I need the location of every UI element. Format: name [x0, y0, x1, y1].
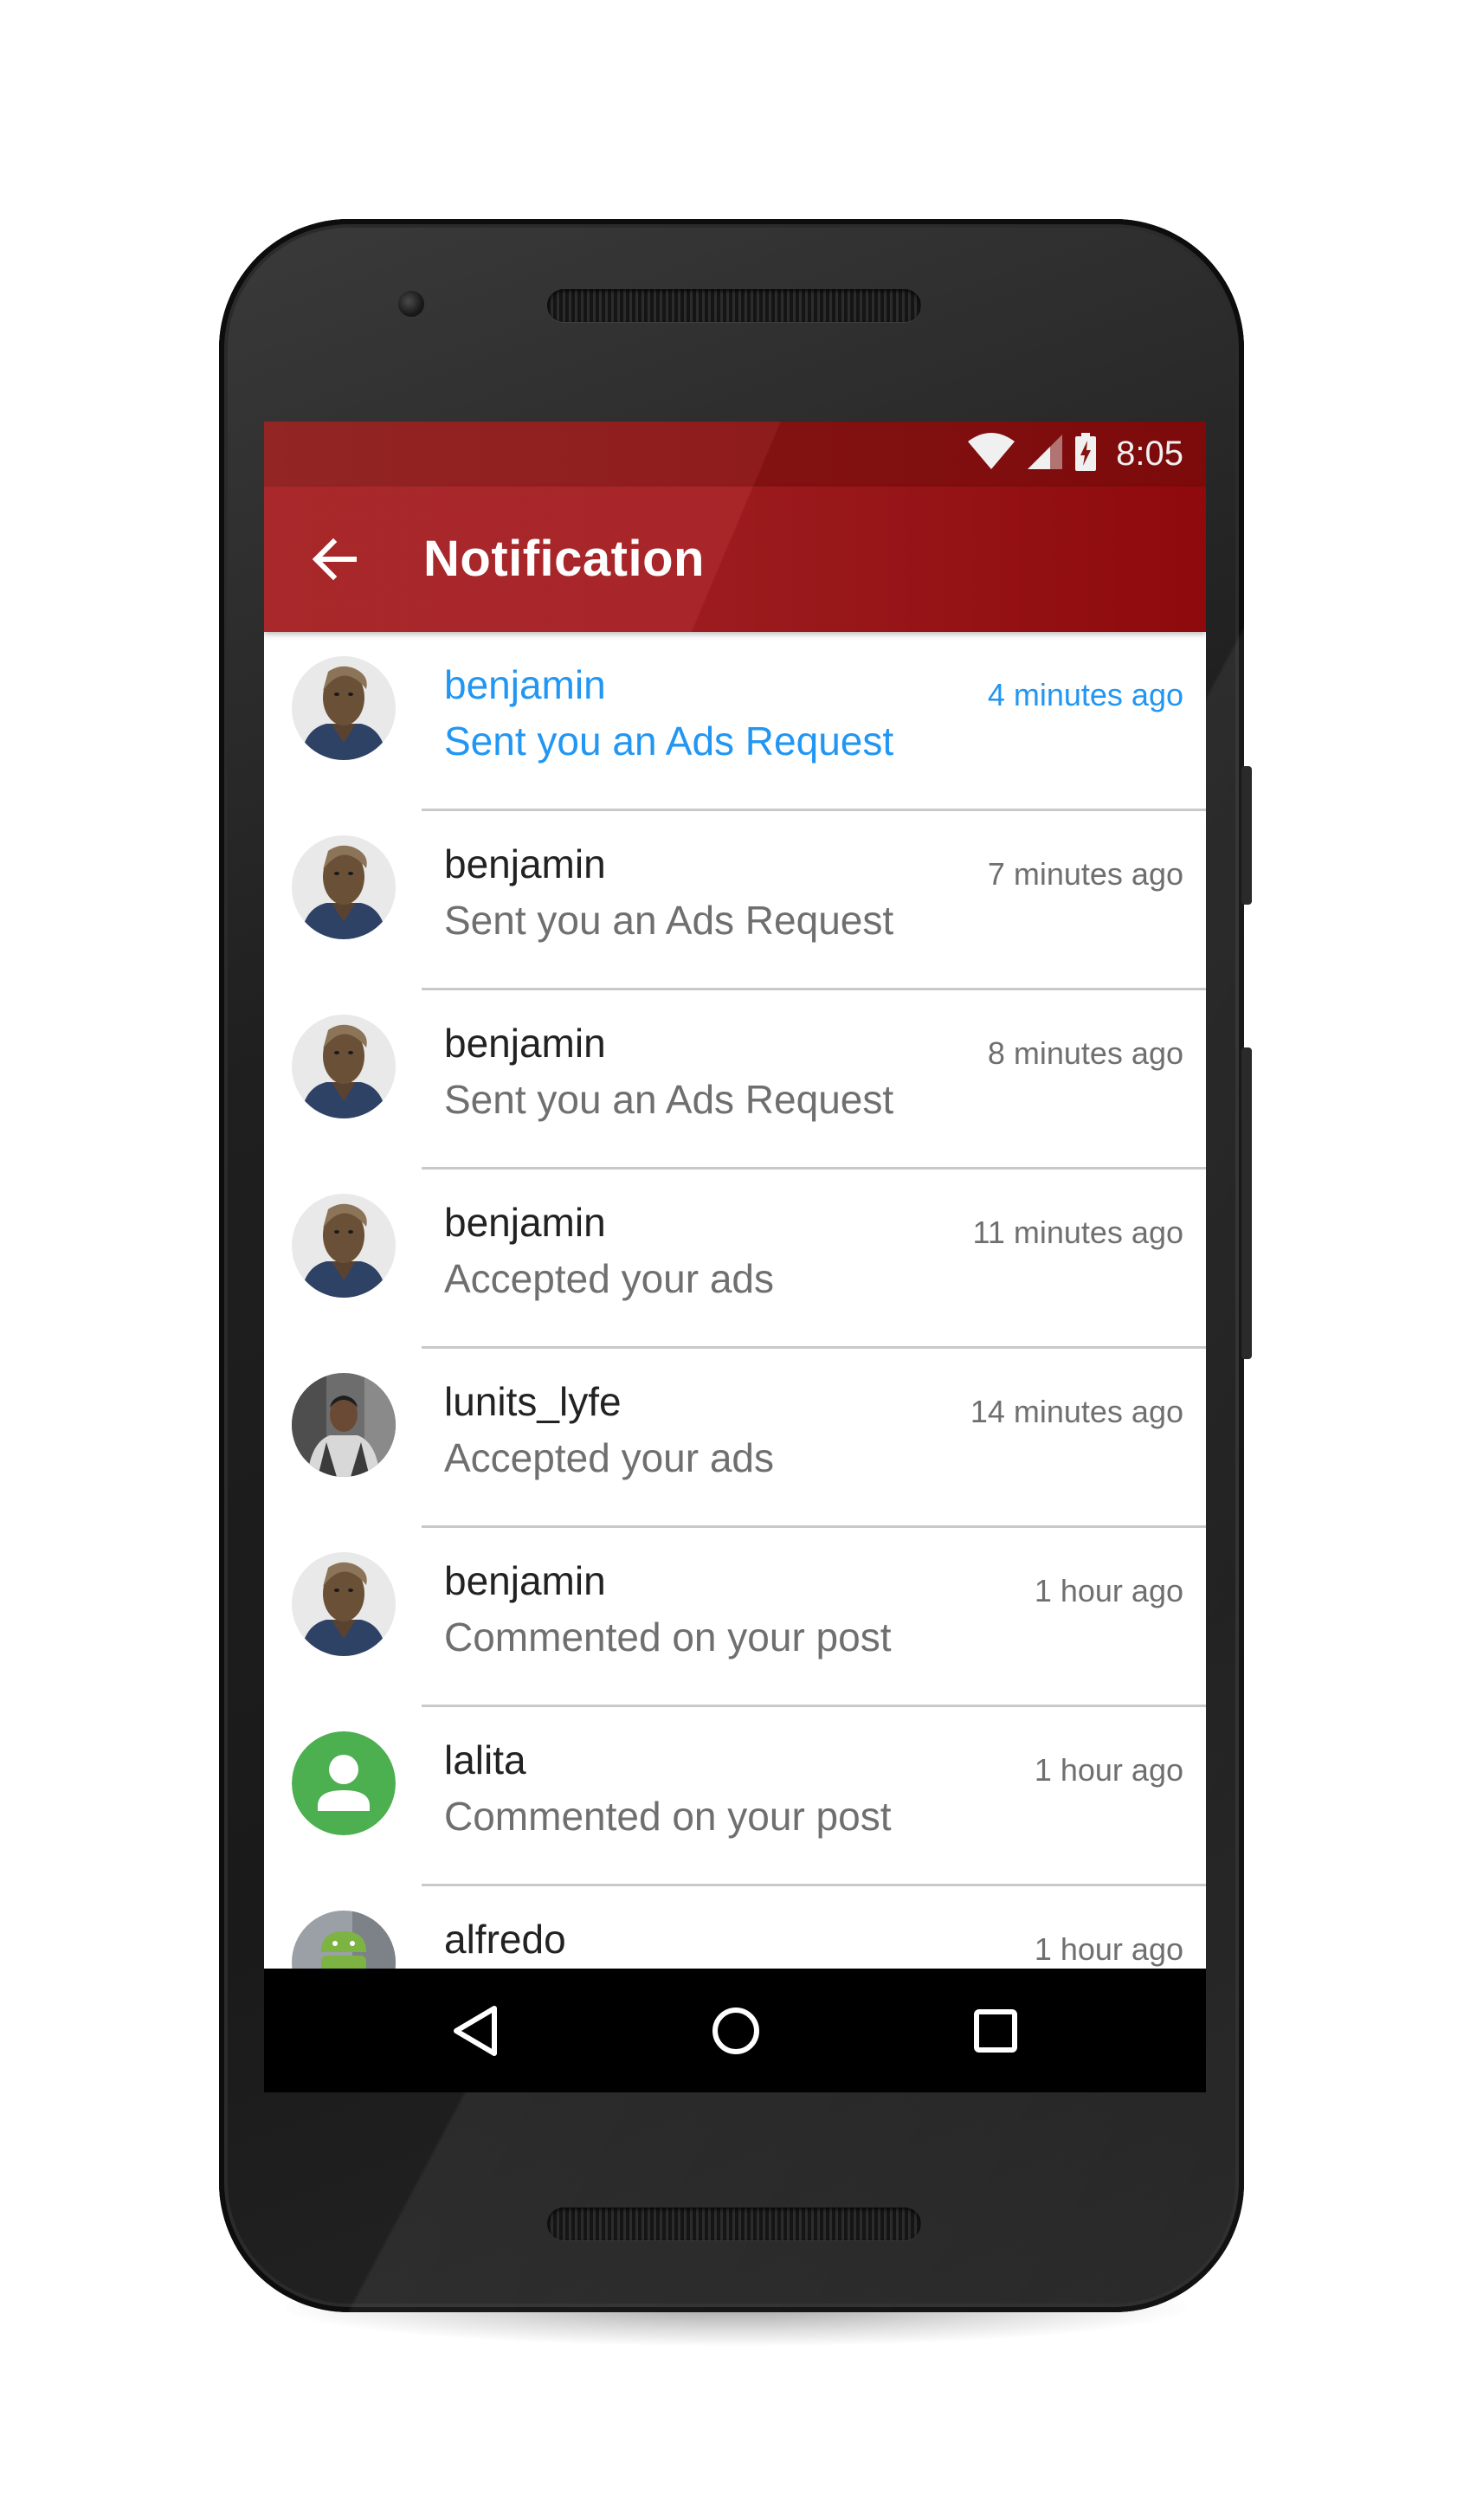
- notification-message: Sent you an Ads Request: [444, 1077, 894, 1122]
- notification-item[interactable]: lalita Commented on your post 1 hour ago: [264, 1707, 1206, 1886]
- avatar: [292, 1552, 396, 1656]
- nav-home-icon[interactable]: [705, 2000, 767, 2062]
- front-camera: [398, 291, 424, 317]
- wifi-icon: [967, 433, 1015, 475]
- status-icons: 8:05: [967, 422, 1183, 487]
- notification-sender: alfredo: [444, 1917, 566, 1962]
- notification-sender: benjamin: [444, 1200, 606, 1245]
- notification-list[interactable]: benjamin Sent you an Ads Request 4 minut…: [264, 632, 1206, 2066]
- default-person-icon: [292, 1731, 396, 1835]
- notification-sender: benjamin: [444, 841, 606, 886]
- avatar: [292, 835, 396, 939]
- avatar: [292, 1194, 396, 1298]
- notification-time: 1 hour ago: [1034, 1931, 1183, 1967]
- notification-item[interactable]: benjamin Sent you an Ads Request 7 minut…: [264, 811, 1206, 990]
- notification-message: Sent you an Ads Request: [444, 719, 894, 764]
- notification-item[interactable]: lunits_lyfe Accepted your ads 14 minutes…: [264, 1349, 1206, 1528]
- notification-item[interactable]: benjamin Commented on your post 1 hour a…: [264, 1528, 1206, 1707]
- status-bar: 8:05: [264, 422, 1206, 487]
- notification-item[interactable]: benjamin Sent you an Ads Request 8 minut…: [264, 990, 1206, 1170]
- page-title: Notification: [423, 531, 705, 587]
- notification-time: 8 minutes ago: [987, 1035, 1183, 1071]
- notification-time: 14 minutes ago: [970, 1394, 1183, 1429]
- notification-message: Sent you an Ads Request: [444, 898, 894, 943]
- nav-recents-icon[interactable]: [964, 2000, 1027, 2062]
- notification-item[interactable]: benjamin Accepted your ads 11 minutes ag…: [264, 1170, 1206, 1349]
- notification-time: 11 minutes ago: [972, 1215, 1184, 1250]
- notification-item-unread[interactable]: benjamin Sent you an Ads Request 4 minut…: [264, 632, 1206, 811]
- earpiece-speaker: [547, 289, 921, 322]
- notification-sender: benjamin: [444, 662, 606, 707]
- cell-signal-icon: [1028, 435, 1063, 474]
- notification-sender: lalita: [444, 1737, 526, 1782]
- power-button[interactable]: [1241, 766, 1252, 905]
- nav-back-icon[interactable]: [446, 2000, 508, 2062]
- navigation-bar: [264, 1969, 1206, 2092]
- bottom-speaker: [547, 2207, 921, 2240]
- notification-sender: lunits_lyfe: [444, 1379, 622, 1424]
- arrow-back-icon[interactable]: [307, 532, 363, 587]
- battery-charging-icon: [1074, 433, 1097, 475]
- status-time: 8:05: [1116, 435, 1183, 473]
- notification-sender: benjamin: [444, 1558, 606, 1603]
- avatar: [292, 1015, 396, 1118]
- volume-rocker[interactable]: [1241, 1047, 1252, 1359]
- notification-sender: benjamin: [444, 1021, 606, 1066]
- notification-message: Accepted your ads: [444, 1435, 775, 1480]
- notification-time: 1 hour ago: [1034, 1573, 1183, 1608]
- device-stage: 8:05 Notification benjamin Sent you an A…: [0, 0, 1470, 2520]
- notification-message: Commented on your post: [444, 1794, 892, 1839]
- notification-message: Commented on your post: [444, 1614, 892, 1660]
- app-bar: Notification: [264, 487, 1206, 632]
- notification-time: 4 minutes ago: [987, 677, 1183, 712]
- notification-time: 7 minutes ago: [987, 856, 1183, 892]
- notification-message: Accepted your ads: [444, 1256, 775, 1301]
- screen: 8:05 Notification benjamin Sent you an A…: [264, 422, 1206, 2092]
- notification-time: 1 hour ago: [1034, 1752, 1183, 1788]
- avatar: [292, 656, 396, 760]
- avatar: [292, 1373, 396, 1477]
